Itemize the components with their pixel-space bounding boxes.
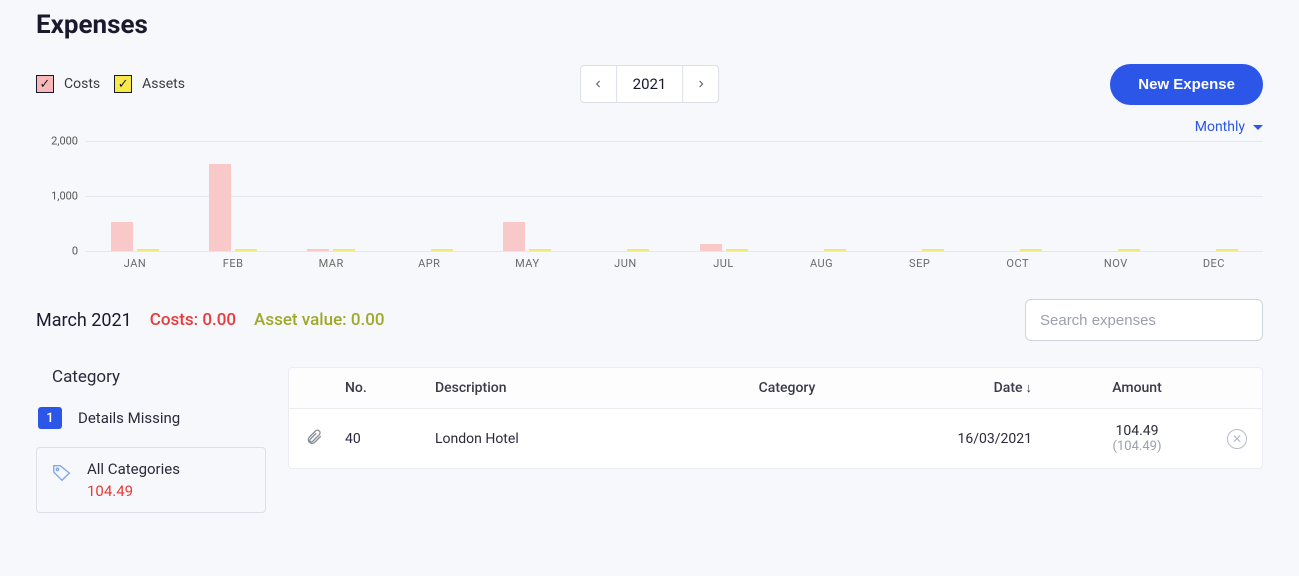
granularity-select[interactable]: Monthly [1195,119,1263,135]
cell-amount: 104.49(104.49) [1062,409,1212,469]
chart-x-tick: FEB [184,251,282,271]
chart-month-jul[interactable] [674,141,772,251]
category-sidebar: Category 1 Details Missing All Categorie… [36,367,288,513]
chevron-right-icon [695,78,707,90]
chart-x-tick: SEP [871,251,969,271]
col-no[interactable]: No. [335,368,425,409]
chart-month-feb[interactable] [184,141,282,251]
year-next-button[interactable] [682,66,718,102]
chart-month-aug[interactable] [773,141,871,251]
chart-x-tick: JUL [674,251,772,271]
status-details-missing[interactable]: 1 Details Missing [36,407,288,429]
chart-y-tick: 2,000 [36,135,78,148]
chart-month-nov[interactable] [1067,141,1165,251]
bar-cost [503,222,525,251]
legend-toggle-assets[interactable]: ✓ Assets [114,75,185,93]
summary-costs: Costs: 0.00 [150,310,236,330]
chart-month-sep[interactable] [871,141,969,251]
col-category[interactable]: Category [692,368,882,409]
year-value[interactable]: 2021 [617,66,683,102]
chart-x-tick: MAR [282,251,380,271]
chart-month-dec[interactable] [1165,141,1263,251]
chart-month-jan[interactable] [86,141,184,251]
table-row[interactable]: 40London Hotel 16/03/2021104.49(104.49) ✕ [289,409,1262,469]
legend-toggle-costs[interactable]: ✓ Costs [36,75,100,93]
expenses-chart: 01,0002,000 JANFEBMARAPRMAYJUNJULAUGSEPO… [86,141,1263,271]
chart-x-tick: OCT [969,251,1067,271]
caret-down-icon [1253,125,1263,130]
chart-x-tick: APR [380,251,478,271]
expenses-table: No. Description Category Date↓ Amount 40… [288,367,1263,469]
category-name: All Categories [87,460,180,478]
granularity-label: Monthly [1195,119,1245,135]
legend-costs-label: Costs [64,76,100,92]
cell-description: London Hotel [425,409,692,469]
bar-cost [209,164,231,251]
chart-x-tick: DEC [1165,251,1263,271]
cell-no: 40 [335,409,425,469]
col-amount[interactable]: Amount [1062,368,1212,409]
new-expense-button[interactable]: New Expense [1110,64,1263,105]
cell-category [692,409,882,469]
delete-row-button[interactable]: ✕ [1227,429,1247,449]
chart-month-mar[interactable] [282,141,380,251]
status-badge: 1 [38,407,62,429]
checkbox-icon: ✓ [114,75,132,93]
paperclip-icon [305,434,323,450]
chart-month-may[interactable] [478,141,576,251]
checkbox-icon: ✓ [36,75,54,93]
chevron-left-icon [592,78,604,90]
col-actions [1212,368,1262,409]
summary-month: March 2021 [36,310,132,331]
page-title: Expenses [36,10,1263,40]
category-total: 104.49 [87,482,180,500]
chart-month-apr[interactable] [380,141,478,251]
chart-y-tick: 0 [36,245,78,258]
chart-month-oct[interactable] [969,141,1067,251]
year-prev-button[interactable] [581,66,617,102]
summary-assets: Asset value: 0.00 [254,310,385,330]
chart-x-tick: MAY [478,251,576,271]
bar-cost [111,222,133,251]
chart-x-tick: JAN [86,251,184,271]
cell-date: 16/03/2021 [882,409,1062,469]
year-picker: 2021 [580,65,720,103]
legend-assets-label: Assets [142,76,185,92]
chart-x-tick: JUN [576,251,674,271]
chart-x-tick: AUG [773,251,871,271]
col-date[interactable]: Date↓ [882,368,1062,409]
col-description[interactable]: Description [425,368,692,409]
status-label: Details Missing [78,409,180,427]
search-input[interactable] [1025,299,1263,341]
sort-desc-icon: ↓ [1026,381,1033,396]
chart-month-jun[interactable] [576,141,674,251]
chart-y-tick: 1,000 [36,190,78,203]
category-all[interactable]: All Categories 104.49 [36,447,266,513]
sidebar-title: Category [52,367,288,387]
controls-row: ✓ Costs ✓ Assets 2021 New Expense [36,64,1263,104]
tag-icon [51,462,73,488]
bar-cost [700,244,722,251]
chart-x-tick: NOV [1067,251,1165,271]
col-attachment [289,368,335,409]
